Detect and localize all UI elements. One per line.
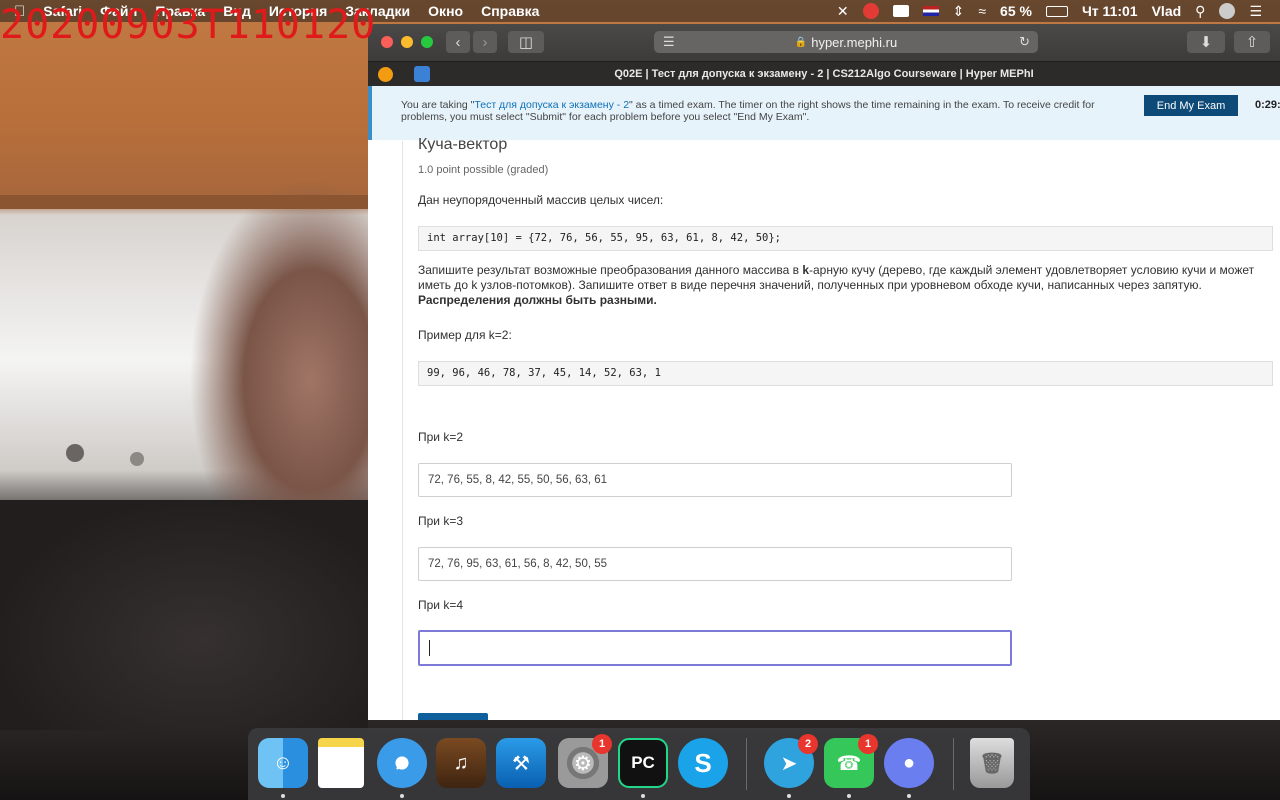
discord-icon[interactable]: ● [884,738,934,788]
downloads-button[interactable]: ⬇ [1187,31,1225,53]
browser-toolbar: ‹ › ◫ ☰ 🔒 hyper.mephi.ru ↻ ⬇ ⇧ [368,24,1280,61]
clock[interactable]: Чт 11:01 [1082,3,1138,19]
pycharm-icon[interactable]: PC [618,738,668,788]
shelf-edge [0,195,368,209]
finder-icon[interactable]: ☺ [258,738,308,788]
exam-link[interactable]: Тест для допуска к экзамену - 2 [474,99,629,111]
example-label: Пример для k=2: [418,328,512,342]
battery-icon[interactable] [1045,5,1068,17]
content-divider [402,141,403,720]
siri-icon[interactable] [1219,3,1236,19]
end-my-exam-button[interactable]: End My Exam [1144,95,1238,116]
system-preferences-badge: 1 [592,734,612,754]
problem-intro: Дан неупорядоченный массив целых чисел: [418,193,664,207]
running-indicator [907,794,911,798]
facetime-badge: 1 [858,734,878,754]
problem-points: 1.0 point possible (graded) [418,164,549,176]
answer-input-k4[interactable] [418,630,1012,666]
yandex-icon[interactable] [862,3,879,19]
messages-icon[interactable] [892,5,909,17]
notes-icon[interactable] [318,738,364,788]
spotlight-icon[interactable]: ⚲ [1195,3,1205,20]
dock: ☺ ➚ ♫ ⚒ ⚙ 1 PC S ➤ 2 ☎ 1 ● 🗑 [248,728,1030,800]
running-indicator [281,794,285,798]
answer-label-k3: При k=3 [418,514,464,528]
sidebar-toggle-button[interactable]: ◫ [508,31,544,53]
dock-separator [746,738,747,790]
back-button[interactable]: ‹ [446,31,470,53]
exam-banner-message: You are taking "Тест для допуска к экзам… [401,99,1095,123]
answer-label-k4: При k=4 [418,598,464,612]
background-light [130,452,144,466]
running-indicator [847,794,851,798]
zoom-window-button[interactable] [421,36,433,48]
running-indicator [641,794,645,798]
example-code-block: 99, 96, 46, 78, 37, 45, 14, 52, 63, 1 [418,361,1273,386]
menu-window[interactable]: Окно [428,3,463,19]
flag-icon[interactable] [922,6,939,16]
problem-content: Куча-вектор 1.0 point possible (graded) … [368,136,1280,720]
array-code-block: int array[10] = {72, 76, 56, 55, 95, 63,… [418,226,1273,251]
trash-icon[interactable]: 🗑 [970,738,1014,788]
bluetooth-icon[interactable]: ⇕ [953,3,965,20]
notification-center-icon[interactable]: ☰ [1249,3,1262,20]
running-indicator [787,794,791,798]
tools-icon[interactable]: ✕ [837,3,849,20]
lock-icon: 🔒 [794,36,808,48]
telegram-badge: 2 [798,734,818,754]
minimize-window-button[interactable] [401,36,413,48]
tab-title[interactable]: Q02E | Тест для допуска к экзамену - 2 |… [368,68,1280,80]
recording-timestamp: 20200903T110120 [0,2,377,48]
tab-bar: Q02E | Тест для допуска к экзамену - 2 |… [368,61,1280,86]
wifi-icon[interactable]: ≈ [978,3,986,19]
exam-timer: 0:29: [1255,99,1280,111]
garageband-icon[interactable]: ♫ [436,738,486,788]
yandex-extension-icon[interactable] [378,67,393,82]
running-indicator [400,794,404,798]
messages-extension-icon[interactable] [414,66,430,82]
url-text: hyper.mephi.ru [811,34,898,50]
forward-button[interactable]: › [473,31,497,53]
safari-icon[interactable]: ➚ [377,738,427,788]
problem-task: Запишите результат возможные преобразова… [418,263,1255,307]
xcode-icon[interactable]: ⚒ [496,738,546,788]
answer-input-k3[interactable]: 72, 76, 95, 63, 61, 56, 8, 42, 50, 55 [418,547,1012,581]
reader-icon[interactable]: ☰ [663,34,675,50]
menu-help[interactable]: Справка [481,3,539,19]
reload-icon[interactable]: ↻ [1019,34,1030,50]
problem-title: Куча-вектор [418,136,508,153]
submit-button[interactable] [418,713,488,720]
dock-separator [953,738,954,790]
person-shirt [0,500,368,730]
answer-label-k2: При k=2 [418,430,464,444]
timed-exam-banner: You are taking "Тест для допуска к экзам… [368,86,1280,140]
text-caret [429,640,430,656]
close-window-button[interactable] [381,36,393,48]
safari-window: ‹ › ◫ ☰ 🔒 hyper.mephi.ru ↻ ⬇ ⇧ Q02E | Те… [368,24,1280,720]
address-bar[interactable]: ☰ 🔒 hyper.mephi.ru ↻ [654,31,1038,53]
background-light [66,444,84,462]
answer-input-k2[interactable]: 72, 76, 55, 8, 42, 55, 50, 56, 63, 61 [418,463,1012,497]
battery-percent[interactable]: 65 % [1000,3,1032,19]
skype-icon[interactable]: S [678,738,728,788]
share-button[interactable]: ⇧ [1234,31,1270,53]
user-name[interactable]: Vlad [1152,3,1182,19]
